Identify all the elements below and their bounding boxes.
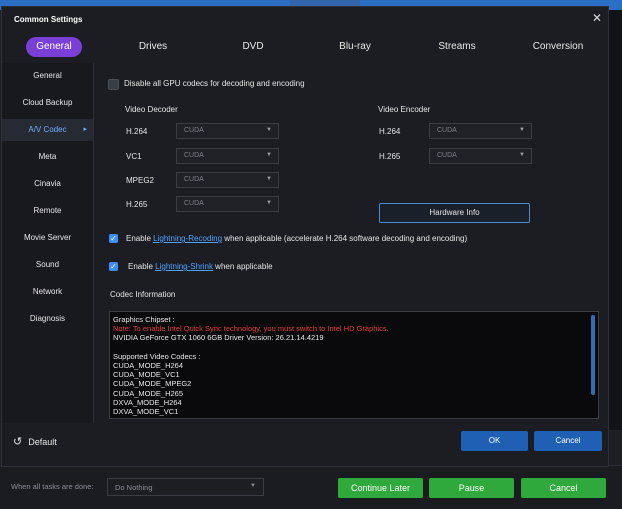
select-value: CUDA: [184, 152, 204, 159]
codec-information-heading: Codec Information: [110, 290, 176, 299]
select-value: CUDA: [184, 127, 204, 134]
label-prefix: Enable: [126, 234, 154, 243]
label-suffix: when applicable: [212, 262, 273, 271]
chevron-down-icon: ▼: [266, 176, 272, 182]
sidebar-item-remote[interactable]: Remote: [2, 200, 93, 222]
codec-info-line: NVIDIA GeForce GTX 1060 6GB Driver Versi…: [113, 333, 324, 343]
sidebar-item-cinavia[interactable]: Cinavia: [2, 173, 93, 195]
encoder-h265-select[interactable]: CUDA ▼: [429, 148, 532, 164]
tab-dvd[interactable]: DVD: [233, 37, 273, 57]
sidebar-item-network[interactable]: Network: [2, 281, 93, 303]
encoder-h264-select[interactable]: CUDA ▼: [429, 123, 532, 139]
codec-info-line: DXVA_MODE_VC1: [113, 407, 179, 417]
pause-button[interactable]: Pause: [429, 478, 514, 498]
chevron-down-icon: ▼: [519, 152, 525, 158]
chevron-down-icon: ▼: [519, 127, 525, 133]
tab-conversion[interactable]: Conversion: [525, 37, 591, 57]
dialog-titlebar: Common Settings ✕: [2, 7, 608, 31]
select-value: Do Nothing: [115, 483, 153, 492]
disable-gpu-checkbox[interactable]: [108, 79, 119, 90]
codec-info-line: CUDA_MODE_H265: [113, 388, 184, 398]
hardware-info-button[interactable]: Hardware Info: [379, 203, 530, 223]
decoder-h264-select[interactable]: CUDA ▼: [176, 123, 279, 139]
select-value: CUDA: [184, 176, 204, 183]
codec-info-line: DXVA_MODE_H264: [113, 397, 182, 407]
select-value: CUDA: [437, 152, 457, 159]
lightning-recoding-checkbox[interactable]: ✓: [109, 234, 118, 243]
codec-info-line: Graphics Chipset :: [113, 315, 175, 324]
label-suffix: when applicable (accelerate H.264 softwa…: [222, 234, 468, 243]
sidebar-item-label: A/V Codec: [28, 125, 67, 134]
dialog-title: Common Settings: [14, 15, 83, 24]
encoder-h265-label: H.265: [379, 152, 401, 161]
encoder-h264-label: H.264: [379, 127, 401, 136]
decoder-h265-select[interactable]: CUDA ▼: [176, 196, 279, 212]
decoder-h264-label: H.264: [126, 127, 148, 136]
lightning-recoding-link[interactable]: Lightning-Recoding: [153, 234, 222, 243]
close-icon[interactable]: ✕: [592, 11, 602, 25]
codec-info-line: CUDA_MODE_MPEG2: [113, 379, 192, 389]
default-button[interactable]: ↺ Default: [13, 435, 57, 448]
settings-sidebar: General Cloud Backup A/V Codec ▸ Meta Ci…: [2, 63, 94, 423]
task-cancel-button[interactable]: Cancel: [521, 478, 606, 498]
continue-later-button[interactable]: Continue Later: [338, 478, 423, 498]
codec-information-box[interactable]: Graphics Chipset : Note: To enable Intel…: [109, 311, 599, 419]
common-settings-dialog: Common Settings ✕ General Drives DVD Blu…: [1, 6, 609, 467]
chevron-right-icon: ▸: [83, 126, 87, 133]
codec-info-line: CUDA_MODE_H264: [113, 361, 184, 370]
sidebar-item-general[interactable]: General: [2, 65, 93, 87]
sidebar-item-sound[interactable]: Sound: [2, 254, 93, 276]
tab-streams[interactable]: Streams: [430, 37, 484, 57]
disable-gpu-label: Disable all GPU codecs for decoding and …: [124, 79, 305, 88]
chevron-down-icon: ▼: [266, 127, 272, 133]
app-side-strip: [608, 10, 622, 430]
cancel-button[interactable]: Cancel: [534, 431, 602, 451]
codec-info-scrollbar[interactable]: [591, 315, 595, 395]
codec-info-blank-line: [113, 343, 598, 352]
chevron-down-icon: ▼: [250, 483, 256, 489]
default-label: Default: [28, 437, 57, 447]
codec-info-warning: Note: To enable Intel Quick Sync technol…: [113, 324, 389, 334]
decoder-vc1-label: VC1: [126, 152, 142, 161]
lightning-shrink-label: Enable Lightning-Shrink when applicable: [128, 262, 273, 271]
sidebar-item-diagnosis[interactable]: Diagnosis: [2, 308, 93, 330]
decoder-mpeg2-select[interactable]: CUDA ▼: [176, 172, 279, 188]
label-prefix: Enable: [128, 262, 156, 271]
tab-drives[interactable]: Drives: [128, 37, 178, 57]
reset-icon: ↺: [13, 436, 23, 448]
decoder-h265-label: H.265: [126, 200, 148, 209]
sidebar-item-av-codec[interactable]: A/V Codec ▸: [2, 119, 93, 141]
lightning-shrink-checkbox[interactable]: ✓: [109, 262, 118, 271]
decoder-vc1-select[interactable]: CUDA ▼: [176, 148, 279, 164]
sidebar-item-cloud-backup[interactable]: Cloud Backup: [2, 92, 93, 114]
video-encoder-heading: Video Encoder: [378, 105, 431, 114]
ok-button[interactable]: OK: [461, 431, 528, 451]
tab-general[interactable]: General: [26, 37, 82, 57]
sidebar-item-movie-server[interactable]: Movie Server: [2, 227, 93, 249]
codec-info-line: CUDA_MODE_VC1: [113, 370, 180, 380]
chevron-down-icon: ▼: [266, 152, 272, 158]
sidebar-item-meta[interactable]: Meta: [2, 146, 93, 168]
settings-tabs: General Drives DVD Blu-ray Streams Conve…: [2, 37, 608, 59]
codec-info-line: Supported Video Codecs :: [113, 351, 201, 361]
chevron-down-icon: ▼: [266, 200, 272, 206]
decoder-mpeg2-label: MPEG2: [126, 176, 155, 185]
select-value: CUDA: [437, 127, 457, 134]
video-decoder-heading: Video Decoder: [125, 105, 178, 114]
select-value: CUDA: [184, 200, 204, 207]
lightning-recoding-label: Enable Lightning-Recoding when applicabl…: [126, 234, 467, 243]
tab-blu-ray[interactable]: Blu-ray: [330, 37, 380, 57]
lightning-shrink-link[interactable]: Lightning-Shrink: [155, 262, 213, 271]
av-codec-panel: Disable all GPU codecs for decoding and …: [96, 63, 608, 433]
when-done-label: When all tasks are done:: [11, 482, 94, 491]
when-done-select[interactable]: Do Nothing ▼: [107, 478, 264, 496]
